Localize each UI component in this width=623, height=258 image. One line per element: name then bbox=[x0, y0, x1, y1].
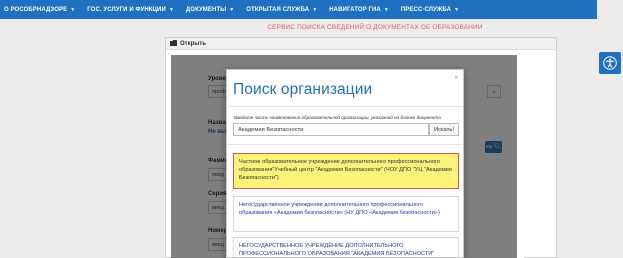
nav-item-services[interactable]: ГОС. УСЛУГИ И ФУНКЦИИ ▼ bbox=[87, 7, 174, 13]
result-item[interactable]: Негосударственное учреждение дополнитель… bbox=[233, 196, 459, 232]
panel-title: Открыть bbox=[180, 40, 207, 47]
modal-title: Поиск организации bbox=[233, 81, 373, 98]
nav-item-label: О РОСОБРНАДЗОРЕ bbox=[4, 6, 68, 13]
chevron-down-icon: ▼ bbox=[454, 6, 460, 13]
panel-header: Открыть bbox=[166, 38, 556, 50]
organization-search-modal: × Поиск организации Введите часть наимен… bbox=[226, 69, 464, 258]
close-icon[interactable]: × bbox=[454, 73, 459, 82]
chevron-down-icon: ▼ bbox=[168, 6, 174, 13]
nav-item-documents[interactable]: ДОКУМЕНТЫ ▼ bbox=[186, 7, 234, 13]
nav-item-label: ПРЕСС-СЛУЖБА bbox=[400, 6, 452, 13]
chevron-down-icon: ▼ bbox=[229, 6, 235, 13]
accessibility-button[interactable] bbox=[599, 52, 621, 74]
search-hint: Введите часть наименования образовательн… bbox=[234, 115, 441, 120]
folder-icon bbox=[170, 39, 177, 48]
nav-item-press[interactable]: ПРЕСС-СЛУЖБА ▼ bbox=[401, 7, 459, 13]
nav-item-label: ОТКРЫТАЯ СЛУЖБА bbox=[246, 6, 310, 13]
chevron-down-icon: ▼ bbox=[383, 6, 389, 13]
result-item[interactable]: Частное образовательное учреждение допол… bbox=[233, 153, 459, 189]
result-item[interactable]: НЕГОСУДАРСТВЕННОЕ УЧРЕЖДЕНИЕ ДОПОЛНИТЕЛЬ… bbox=[233, 237, 459, 257]
right-gutter bbox=[597, 0, 623, 258]
modal-divider bbox=[227, 106, 463, 107]
nav-item-label: ГОС. УСЛУГИ И ФУНКЦИИ bbox=[87, 6, 166, 13]
service-banner: СЕРВИС ПОИСКА СВЕДЕНИЙ О ДОКУМЕНТАХ ОБ О… bbox=[267, 24, 483, 31]
results-divider bbox=[227, 144, 463, 145]
search-button[interactable]: Искать! bbox=[429, 123, 459, 136]
chevron-down-icon: ▼ bbox=[70, 6, 76, 13]
nav-item-gia-navigator[interactable]: НАВИГАТОР ГИА ▼ bbox=[329, 7, 389, 13]
top-nav: О РОСОБРНАДЗОРЕ ▼ ГОС. УСЛУГИ И ФУНКЦИИ ▼ … bbox=[0, 0, 597, 19]
chevron-down-icon: ▼ bbox=[312, 6, 318, 13]
organization-search-input[interactable]: Академия Безопасности bbox=[233, 123, 429, 136]
nav-item-open-service[interactable]: ОТКРЫТАЯ СЛУЖБА ▼ bbox=[246, 7, 317, 13]
accessibility-icon bbox=[603, 56, 617, 70]
nav-item-about[interactable]: О РОСОБРНАДЗОРЕ ▼ bbox=[4, 7, 75, 13]
nav-item-label: ДОКУМЕНТЫ bbox=[185, 6, 227, 13]
nav-item-label: НАВИГАТОР ГИА bbox=[329, 6, 381, 13]
